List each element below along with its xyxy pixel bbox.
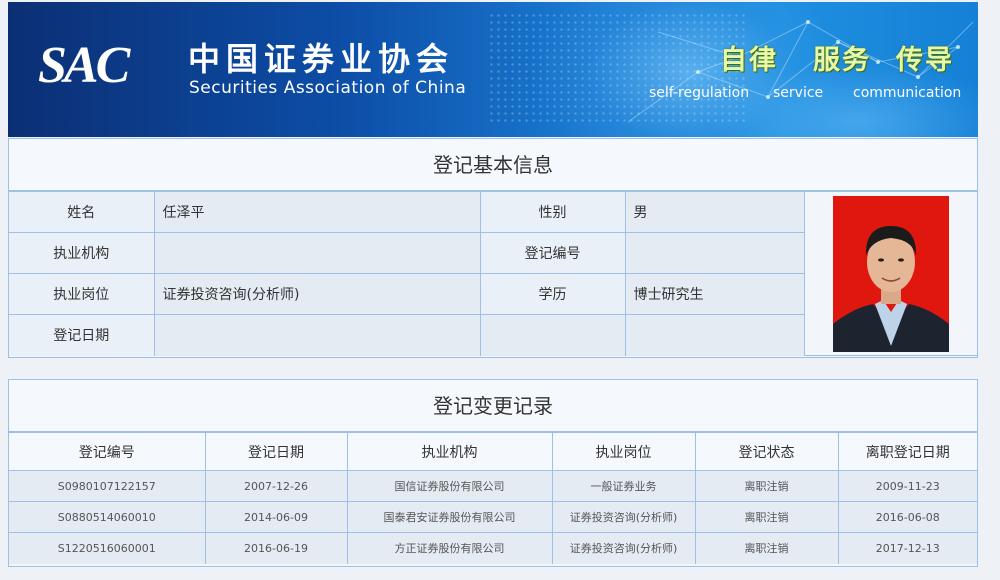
name-label: 姓名 [9,191,155,233]
header-banner: SAC 中国证券业协会 Securities Association of Ch… [8,2,978,137]
person-portrait-icon [832,195,949,352]
slogan-self-regulation-en: self-regulation [649,85,750,101]
profile-photo [832,195,949,352]
logo-sac[interactable]: SAC [38,36,130,96]
slogan-communication-cn: 传导 [896,45,954,76]
logo-chinese-name: 中国证券业协会 [188,40,455,78]
photo-cell [803,191,977,356]
cell-leave-date: 2017-12-13 [837,532,977,564]
change-records-panel: 登记变更记录 登记编号 登记日期 执业机构 执业岗位 登记状态 离职登记日期 S… [8,379,978,567]
education-label: 学历 [479,273,626,315]
cell-reg-date: 2016-06-19 [204,532,348,564]
position-value: 证券投资咨询(分析师) [153,273,481,315]
cell-status: 离职注销 [694,501,839,533]
reg-date-value [153,314,481,356]
table-row: S1220516060001 2016-06-19 方正证券股份有限公司 证券投… [9,532,977,564]
basic-info-title: 登记基本信息 [9,139,977,191]
empty-cell [624,314,804,356]
basic-info-panel: 登记基本信息 姓名 任泽平 性别 男 执业机构 登记编号 执业岗位 证券投资咨询… [8,138,978,358]
basic-info-table: 姓名 任泽平 性别 男 执业机构 登记编号 执业岗位 证券投资咨询(分析师) 学… [9,191,977,356]
change-records-table: 登记编号 登记日期 执业机构 执业岗位 登记状态 离职登记日期 S0980107… [9,432,977,564]
cell-position: 一般证券业务 [551,470,696,502]
column-header: 登记状态 [694,432,839,471]
cell-status: 离职注销 [694,470,839,502]
cell-reg-no: S0980107122157 [9,470,206,502]
slogan-service-en: service [773,85,824,101]
logo-english-name: Securities Association of China [189,78,467,98]
empty-cell [479,314,626,356]
institution-value [153,232,481,274]
table-header-row: 登记编号 登记日期 执业机构 执业岗位 登记状态 离职登记日期 [9,432,977,471]
slogan-self-regulation-cn: 自律 [720,45,778,76]
cell-leave-date: 2016-06-08 [837,501,977,533]
name-value: 任泽平 [153,191,481,233]
cell-status: 离职注销 [694,532,839,564]
cell-position: 证券投资咨询(分析师) [551,532,696,564]
cell-reg-no: S0880514060010 [9,501,206,533]
reg-date-label: 登记日期 [9,314,155,356]
change-records-title: 登记变更记录 [9,380,977,432]
gender-label: 性别 [479,191,626,233]
cell-reg-date: 2014-06-09 [204,501,348,533]
cell-leave-date: 2009-11-23 [837,470,977,502]
cell-institution: 国泰君安证券股份有限公司 [346,501,553,533]
gender-value: 男 [624,191,805,233]
cell-institution: 方正证券股份有限公司 [346,532,553,564]
slogan-service-cn: 服务 [813,45,871,76]
reg-no-label: 登记编号 [479,232,626,274]
column-header: 执业岗位 [551,432,696,471]
cell-position: 证券投资咨询(分析师) [551,501,696,533]
column-header: 登记编号 [9,432,206,471]
position-label: 执业岗位 [9,273,155,315]
cell-institution: 国信证券股份有限公司 [346,470,553,502]
info-row-name: 姓名 任泽平 性别 男 [9,191,977,356]
column-header: 离职登记日期 [837,432,977,471]
education-value: 博士研究生 [624,273,804,315]
institution-label: 执业机构 [9,232,155,274]
slogan-communication-en: communication [853,85,962,101]
table-row: S0980107122157 2007-12-26 国信证券股份有限公司 一般证… [9,470,977,502]
cell-reg-no: S1220516060001 [9,532,206,564]
column-header: 执业机构 [346,432,553,471]
table-row: S0880514060010 2014-06-09 国泰君安证券股份有限公司 证… [9,501,977,533]
cell-reg-date: 2007-12-26 [204,470,348,502]
reg-no-value [624,232,804,274]
column-header: 登记日期 [204,432,348,471]
